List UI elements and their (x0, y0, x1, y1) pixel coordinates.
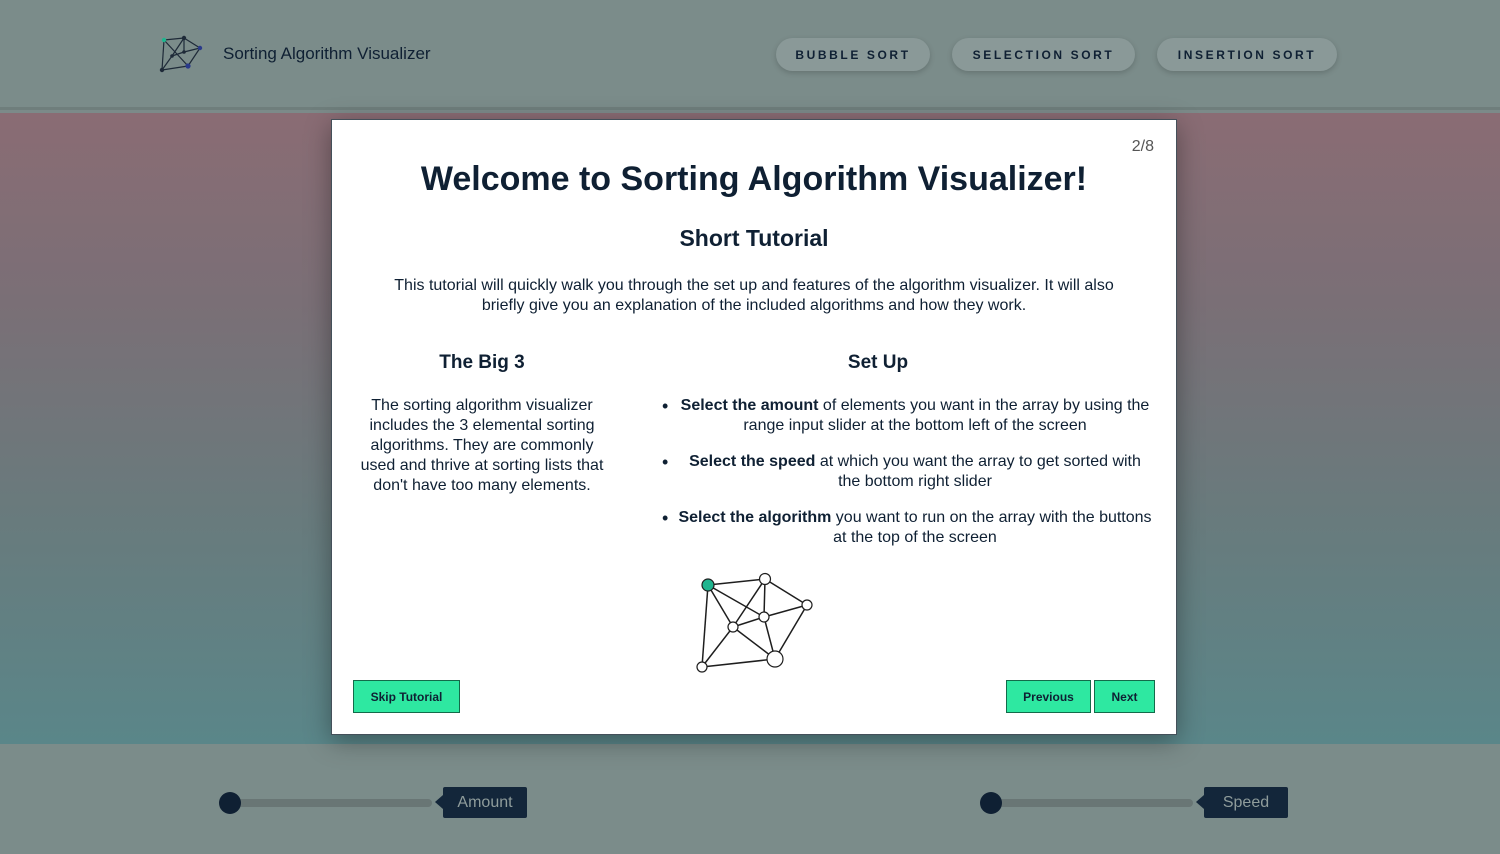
amount-slider-track[interactable] (230, 799, 432, 807)
speed-label: Speed (1196, 787, 1288, 818)
modal-title: Welcome to Sorting Algorithm Visualizer! (420, 160, 1088, 198)
amount-slider-thumb[interactable] (219, 792, 241, 814)
page-counter: 2/8 (1131, 138, 1154, 155)
next-button[interactable]: Next (1094, 680, 1155, 713)
app-title: Sorting Algorithm Visualizer (223, 44, 431, 63)
setup-item-amount: Select the amount of elements you want i… (662, 396, 1154, 436)
tutorial-modal: 2/8 Welcome to Sorting Algorithm Visuali… (331, 119, 1177, 735)
insertion-sort-button[interactable]: INSERTION SORT (1157, 38, 1337, 71)
skip-tutorial-button[interactable]: Skip Tutorial (353, 680, 460, 713)
modal-subtitle: Short Tutorial (679, 225, 829, 251)
speed-slider-thumb[interactable] (980, 792, 1002, 814)
big-three-text: The sorting algorithm visualizer include… (360, 397, 604, 494)
setup-item-speed: Select the speed at which you want the a… (662, 452, 1154, 492)
setup-list: Select the amount of elements you want i… (662, 396, 1154, 548)
graph-logo-icon (159, 35, 203, 73)
bubble-sort-button[interactable]: BUBBLE SORT (776, 38, 930, 71)
previous-button[interactable]: Previous (1006, 680, 1091, 713)
amount-label: Amount (435, 787, 527, 818)
graph-illustration-icon (696, 572, 813, 673)
big-three-heading: The Big 3 (439, 352, 525, 373)
brand[interactable]: Sorting Algorithm Visualizer (158, 34, 431, 74)
setup-item-algorithm: Select the algorithm you want to run on … (662, 508, 1154, 548)
speed-slider-track[interactable] (991, 799, 1193, 807)
big-three-section: The Big 3 The sorting algorithm visualiz… (352, 352, 612, 496)
setup-heading: Set Up (847, 352, 909, 373)
setup-section: Set Up Select the amount of elements you… (662, 352, 1154, 564)
top-navbar: Sorting Algorithm Visualizer BUBBLE SORT… (0, 0, 1500, 110)
intro-text: This tutorial will quickly walk you thro… (394, 277, 1114, 314)
selection-sort-button[interactable]: SELECTION SORT (952, 38, 1135, 71)
